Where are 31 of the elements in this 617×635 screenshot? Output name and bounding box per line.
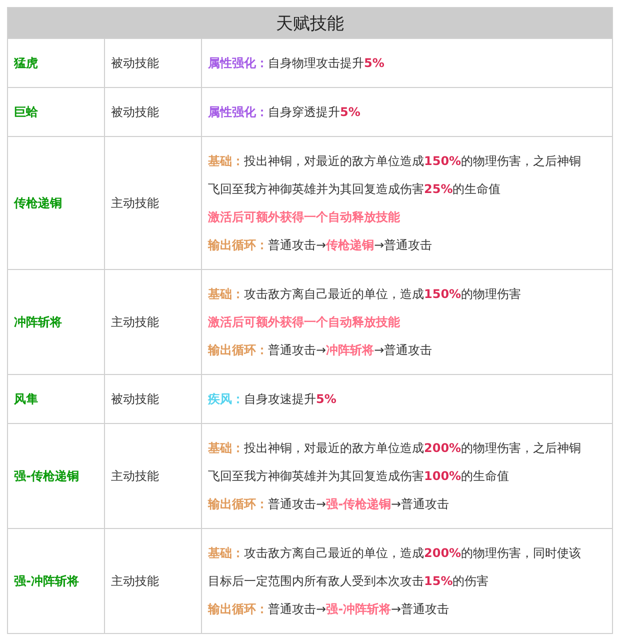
skill-description: 疾风：自身攻速提升5% <box>208 391 338 408</box>
skill-description: 基础：投出神铜，对最近的敌方单位造成150%的物理伤害，之后神铜 <box>208 153 582 170</box>
skill-description: 激活后可额外获得一个自动释放技能 <box>208 314 401 331</box>
skill-description: 基础：攻击敌方离自己最近的单位，造成150%的物理伤害 <box>208 286 522 303</box>
skill-description: 基础：投出神铜，对最近的敌方单位造成200%的物理伤害，之后神铜 <box>208 440 582 457</box>
skill-name: 猛虎 <box>14 56 38 70</box>
skill-type: 主动技能 <box>111 315 159 329</box>
skill-description: 属性强化：自身物理攻击提升5% <box>208 55 386 72</box>
skill-description: 飞回至我方神御英雄并为其回复造成伤害25%的生命值 <box>208 181 502 198</box>
skill-description: 飞回至我方神御英雄并为其回复造成伤害100%的生命值 <box>208 468 510 485</box>
skill-type: 被动技能 <box>111 56 159 70</box>
skill-type: 主动技能 <box>111 196 159 210</box>
skill-description: 属性强化：自身穿透提升5% <box>208 104 362 121</box>
table-title: 天赋技能 <box>8 8 612 38</box>
skill-description: 基础：攻击敌方离自己最近的单位，造成200%的物理伤害，同时使该 <box>208 545 582 562</box>
skill-description: 输出循环：普通攻击→传枪递铜→普通攻击 <box>208 237 434 254</box>
skill-description: 输出循环：普通攻击→冲阵斩将→普通攻击 <box>208 342 434 359</box>
skill-description: 激活后可额外获得一个自动释放技能 <box>208 209 401 226</box>
skill-type: 主动技能 <box>111 469 159 483</box>
skill-name: 强-冲阵斩将 <box>14 574 79 588</box>
skill-name: 强-传枪递铜 <box>14 469 79 483</box>
skill-name: 巨蛤 <box>14 105 38 119</box>
skill-name: 风隼 <box>14 392 38 406</box>
skill-type: 被动技能 <box>111 392 159 406</box>
skill-name: 传枪递铜 <box>14 196 62 210</box>
skill-type: 主动技能 <box>111 574 159 588</box>
skill-description: 输出循环：普通攻击→强-传枪递铜→普通攻击 <box>208 496 450 513</box>
skill-type: 被动技能 <box>111 105 159 119</box>
skill-description: 目标后一定范围内所有敌人受到本次攻击15%的伤害 <box>208 573 490 590</box>
skill-name: 冲阵斩将 <box>14 315 62 329</box>
skill-description: 输出循环：普通攻击→强-冲阵斩将→普通攻击 <box>208 601 450 618</box>
